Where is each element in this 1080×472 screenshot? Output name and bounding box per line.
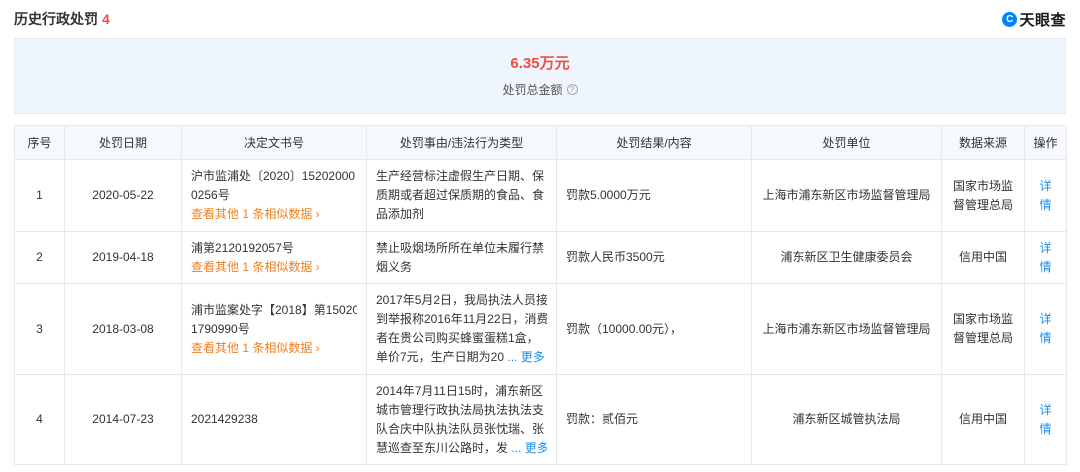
- row-reason: 生产经营标注虚假生产日期、保 质期或者超过保质期的食品、食 品添加剂: [366, 159, 557, 232]
- row-index: 3: [14, 283, 65, 375]
- row-doc-number: 浦第2120192057号 查看其他 1 条相似数据 ›: [181, 231, 367, 284]
- row-action: 详情: [1024, 159, 1067, 232]
- penalty-count: 4: [102, 11, 110, 27]
- section-title: 历史行政处罚 4: [14, 9, 110, 29]
- reason-line: 城市管理行政执法局执法执法支: [376, 402, 545, 417]
- row-doc-number: 沪市监浦处〔2020〕15202000 0256号 查看其他 1 条相似数据 ›: [181, 159, 367, 232]
- reason-line: 品添加剂: [376, 207, 425, 221]
- row-index: 4: [14, 374, 65, 465]
- row-date: 2018-03-08: [64, 283, 182, 375]
- row-index: 1: [14, 159, 65, 232]
- row-result: 罚款5.0000万元: [556, 159, 752, 232]
- reason-line: 生产经营标注虚假生产日期、保: [376, 169, 545, 183]
- row-reason: 禁止吸烟场所所在单位未履行禁 烟义务: [366, 231, 557, 284]
- col-header-source: 数据来源: [941, 125, 1025, 160]
- doc-number-line: 浦第2120192057号: [191, 240, 294, 255]
- reason-line: 到举报称2016年11月22日，消费: [376, 312, 547, 326]
- col-header-unit: 处罚单位: [751, 125, 942, 160]
- row-result: 罚款：贰佰元: [556, 374, 752, 465]
- reason-truncated-text: 单价7元，生产日期为20: [376, 350, 505, 364]
- col-header-doc-number: 决定文书号: [181, 125, 367, 160]
- col-header-date: 处罚日期: [64, 125, 182, 160]
- reason-line: 者在贵公司购买蜂蜜蛋糕1盒，: [376, 331, 539, 345]
- info-icon[interactable]: ?: [566, 84, 578, 95]
- row-result: 罚款人民币3500元: [556, 231, 752, 284]
- tianyancha-logo[interactable]: C 天眼查: [1002, 9, 1066, 30]
- table-row: 2 2019-04-18 浦第2120192057号 查看其他 1 条相似数据 …: [14, 231, 1067, 284]
- reason-line: 2017年5月2日，我局执法人员接: [376, 293, 547, 307]
- section-header: 历史行政处罚 4 C 天眼查: [14, 0, 1066, 38]
- more-link[interactable]: ... 更多: [507, 350, 544, 364]
- row-result: 罚款（10000.00元），: [556, 283, 752, 375]
- details-link[interactable]: 详情: [1039, 403, 1051, 436]
- penalty-table: 序号 处罚日期 决定文书号 处罚事由/违法行为类型 处罚结果/内容 处罚单位 数…: [14, 125, 1067, 465]
- table-row: 4 2014-07-23 2021429238 2014年7月11日15时，浦东…: [14, 374, 1067, 465]
- row-doc-number: 浦市监案处字【2018】第15020 1790990号 查看其他 1 条相似数据…: [181, 283, 367, 375]
- row-unit: 上海市浦东新区市场监督管理局: [751, 159, 942, 232]
- source-line: 信用中国: [958, 250, 1007, 264]
- doc-number-line: 浦市监案处字【2018】第15020: [191, 302, 357, 317]
- doc-number-line: 2021429238: [191, 412, 258, 426]
- details-link[interactable]: 详情: [1039, 179, 1051, 212]
- row-reason: 2014年7月11日15时，浦东新区 城市管理行政执法局执法执法支 队合庆中队执…: [366, 374, 557, 465]
- col-header-reason: 处罚事由/违法行为类型: [366, 125, 557, 160]
- row-source: 国家市场监 督管理总局: [941, 159, 1025, 232]
- doc-number-line: 1790990号: [191, 321, 250, 336]
- source-line: 信用中国: [958, 412, 1007, 426]
- source-line: 督管理总局: [952, 197, 1013, 212]
- brand-name: 天眼查: [1019, 11, 1066, 29]
- penalty-summary: 6.35万元 处罚总金额 ?: [14, 38, 1066, 114]
- reason-line: 烟义务: [376, 259, 413, 274]
- total-amount-label-text: 处罚总金额: [502, 83, 563, 97]
- table-row: 1 2020-05-22 沪市监浦处〔2020〕15202000 0256号 查…: [14, 159, 1067, 232]
- table-header-row: 序号 处罚日期 决定文书号 处罚事由/违法行为类型 处罚结果/内容 处罚单位 数…: [14, 125, 1067, 160]
- row-action: 详情: [1024, 374, 1067, 465]
- similar-data-link[interactable]: 查看其他 1 条相似数据 ›: [191, 205, 357, 224]
- row-source: 信用中国: [941, 374, 1025, 465]
- reason-line: 禁止吸烟场所所在单位未履行禁: [376, 240, 545, 255]
- total-amount-label: 处罚总金额 ?: [502, 81, 578, 98]
- row-action: 详情: [1024, 283, 1067, 375]
- section-title-text: 历史行政处罚: [14, 11, 98, 27]
- reason-line: 队合庆中队执法队员张忱瑞、张: [376, 421, 545, 436]
- row-reason: 2017年5月2日，我局执法人员接 到举报称2016年11月22日，消费 者在贵…: [366, 283, 557, 375]
- source-line: 国家市场监: [952, 312, 1013, 326]
- row-doc-number: 2021429238: [181, 374, 367, 465]
- col-header-index: 序号: [14, 125, 65, 160]
- row-unit: 浦东新区卫生健康委员会: [751, 231, 942, 284]
- row-source: 信用中国: [941, 231, 1025, 284]
- similar-data-link[interactable]: 查看其他 1 条相似数据 ›: [191, 339, 357, 358]
- row-date: 2019-04-18: [64, 231, 182, 284]
- col-header-result: 处罚结果/内容: [556, 125, 752, 160]
- details-link[interactable]: 详情: [1039, 312, 1051, 345]
- row-unit: 浦东新区城管执法局: [751, 374, 942, 465]
- row-source: 国家市场监 督管理总局: [941, 283, 1025, 375]
- doc-number-line: 0256号: [191, 188, 230, 202]
- total-amount: 6.35万元: [510, 55, 570, 72]
- brand-icon: C: [1002, 11, 1018, 27]
- reason-truncated-text: 慧巡查至东川公路时，发: [376, 440, 509, 455]
- reason-line-last: 慧巡查至东川公路时，发 ... 更多: [376, 439, 547, 458]
- details-link[interactable]: 详情: [1039, 241, 1051, 274]
- reason-line: 2014年7月11日15时，浦东新区: [376, 383, 544, 398]
- row-date: 2014-07-23: [64, 374, 182, 465]
- row-unit: 上海市浦东新区市场监督管理局: [751, 283, 942, 375]
- more-link[interactable]: ... 更多: [511, 441, 547, 455]
- table-row: 3 2018-03-08 浦市监案处字【2018】第15020 1790990号…: [14, 283, 1067, 375]
- row-action: 详情: [1024, 231, 1067, 284]
- similar-data-link[interactable]: 查看其他 1 条相似数据 ›: [191, 258, 357, 277]
- reason-line-last: 单价7元，生产日期为20 ... 更多: [376, 348, 547, 367]
- reason-line: 质期或者超过保质期的食品、食: [376, 188, 545, 202]
- row-index: 2: [14, 231, 65, 284]
- doc-number-line: 沪市监浦处〔2020〕15202000: [191, 169, 356, 183]
- source-line: 国家市场监: [952, 178, 1013, 193]
- col-header-action: 操作: [1024, 125, 1067, 160]
- row-date: 2020-05-22: [64, 159, 182, 232]
- source-line: 督管理总局: [952, 331, 1013, 345]
